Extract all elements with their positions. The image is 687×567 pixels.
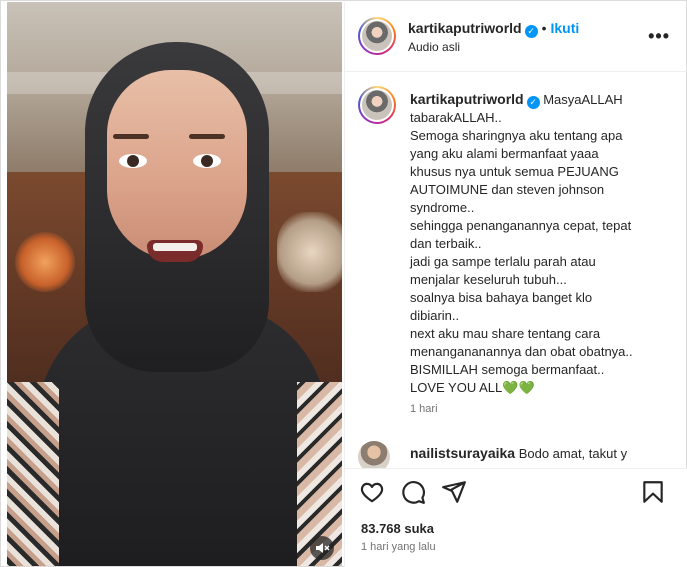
caption-line: menjalar keseluruh tubuh...	[410, 272, 567, 287]
post-header: kartikaputriworld ✓ • Ikuti Audio asli •••	[345, 2, 687, 72]
likes-count[interactable]: 83.768 suka	[361, 521, 434, 536]
more-options-icon[interactable]: •••	[648, 26, 670, 47]
caption-line: tabarakALLAH..	[410, 110, 502, 125]
mute-icon[interactable]	[310, 536, 334, 560]
post-modal: kartikaputriworld ✓ • Ikuti Audio asli ••• …	[0, 0, 687, 567]
caption-line: jadi ga sampe terlalu parah atau	[410, 254, 596, 269]
comment-text: Bodo amat, takut y	[518, 446, 628, 461]
share-icon[interactable]	[441, 479, 467, 505]
post-actions: 83.768 suka 1 hari yang lalu	[345, 468, 687, 567]
author-name-row: kartikaputriworld ✓ • Ikuti	[408, 20, 579, 38]
video-background-light	[277, 212, 342, 292]
verified-badge-icon: ✓	[526, 96, 540, 109]
video-person-brow-left	[113, 134, 149, 139]
author-username[interactable]: kartikaputriworld	[408, 20, 522, 36]
commenter-avatar[interactable]	[358, 441, 390, 468]
video-background-lamp	[15, 232, 75, 292]
post-caption: kartikaputriworld ✓ MasyaALLAH tabarakALL…	[410, 90, 680, 397]
verified-badge-icon: ✓	[524, 25, 538, 38]
caption-author-avatar-ring	[360, 88, 394, 122]
video-person-eye-left	[119, 154, 147, 168]
post-video[interactable]	[7, 2, 342, 566]
caption-line: LOVE YOU ALL💚💚	[410, 380, 535, 395]
caption-line: AUTOIMUNE dan steven johnson	[410, 182, 605, 197]
author-avatar[interactable]	[358, 17, 396, 55]
comment-item: nailistsurayaika Bodo amat, takut y	[358, 439, 678, 468]
post-details-panel: kartikaputriworld ✓ • Ikuti Audio asli ••• …	[344, 2, 687, 567]
video-patterned-fabric-left	[7, 382, 59, 566]
separator-dot: •	[541, 20, 547, 36]
caption-line: dan terbaik..	[410, 236, 482, 251]
share-icon-graphic	[442, 481, 466, 503]
caption-line: BISMILLAH semoga bermanfaat..	[410, 362, 605, 377]
author-avatar-ring	[360, 19, 394, 53]
video-person-brow-right	[189, 134, 225, 139]
caption-line: syndrome..	[410, 200, 475, 215]
author-avatar-image	[362, 21, 392, 51]
caption-line: next aku mau share tentang cara	[410, 326, 601, 341]
caption-line: soalnya bisa bahaya banget klo	[410, 290, 593, 305]
caption-line: dibiarin..	[410, 308, 460, 323]
video-person-mouth	[147, 240, 203, 262]
bookmark-icon-graphic	[643, 481, 663, 503]
caption-author-username[interactable]: kartikaputriworld	[410, 91, 524, 107]
heart-icon[interactable]	[359, 479, 385, 505]
caption-line: menangananannya dan obat obatnya..	[410, 344, 633, 359]
comment-text-row: nailistsurayaika Bodo amat, takut y	[410, 445, 627, 461]
caption-author-avatar-image	[362, 90, 392, 120]
mute-icon-graphic	[316, 543, 330, 553]
caption-line: MasyaALLAH	[543, 92, 623, 107]
caption-first-line: kartikaputriworld ✓ MasyaALLAH	[410, 90, 680, 109]
audio-link[interactable]: Audio asli	[408, 40, 460, 54]
caption-line: Semoga sharingnya aku tentang apa	[410, 128, 623, 143]
comment-icon[interactable]	[400, 479, 426, 505]
bookmark-icon[interactable]	[640, 479, 666, 505]
comments-section[interactable]: kartikaputriworld ✓ MasyaALLAH tabarakALL…	[345, 73, 687, 468]
commenter-username[interactable]: nailistsurayaika	[410, 445, 515, 461]
caption-line: sehingga penanganannya cepat, tepat	[410, 218, 632, 233]
comment-icon-graphic	[402, 481, 425, 504]
caption-line: yang aku alami bermanfaat yaaa	[410, 146, 599, 161]
caption-author-avatar[interactable]	[358, 86, 396, 124]
video-person-eye-right	[193, 154, 221, 168]
post-date[interactable]: 1 hari yang lalu	[361, 541, 436, 553]
caption-line: khusus nya untuk semua PEJUANG	[410, 164, 619, 179]
heart-icon-graphic	[360, 482, 384, 503]
caption-timestamp[interactable]: 1 hari	[410, 403, 438, 415]
follow-button[interactable]: Ikuti	[551, 20, 580, 36]
